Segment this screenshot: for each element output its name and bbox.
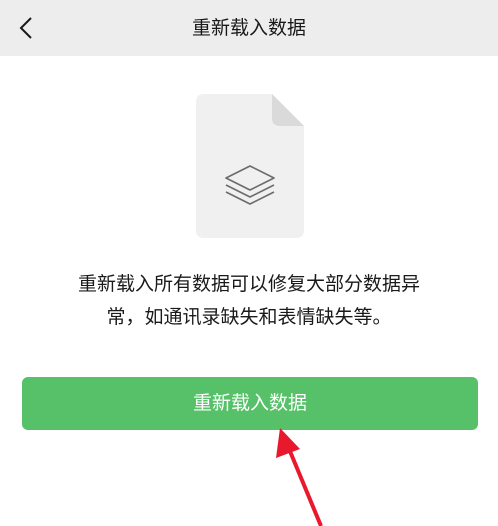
description-text: 重新载入所有数据可以修复大部分数据异 常，如通讯录缺失和表情缺失等。 [40,268,458,334]
description-line-2: 常，如通讯录缺失和表情缺失等。 [106,306,392,328]
page-title: 重新载入数据 [191,17,306,39]
red-arrow-icon [276,428,323,526]
document-layers-icon [196,94,304,238]
nav-bar: 重新载入数据 [0,0,498,56]
reload-data-button[interactable]: 重新载入数据 [22,377,478,430]
description-line-1: 重新载入所有数据可以修复大部分数据异 [77,273,420,295]
reload-data-page: 重新载入数据 重新载入所有数据可以修复大部分数据异 常，如通讯录缺失和表情缺失等… [0,0,498,526]
